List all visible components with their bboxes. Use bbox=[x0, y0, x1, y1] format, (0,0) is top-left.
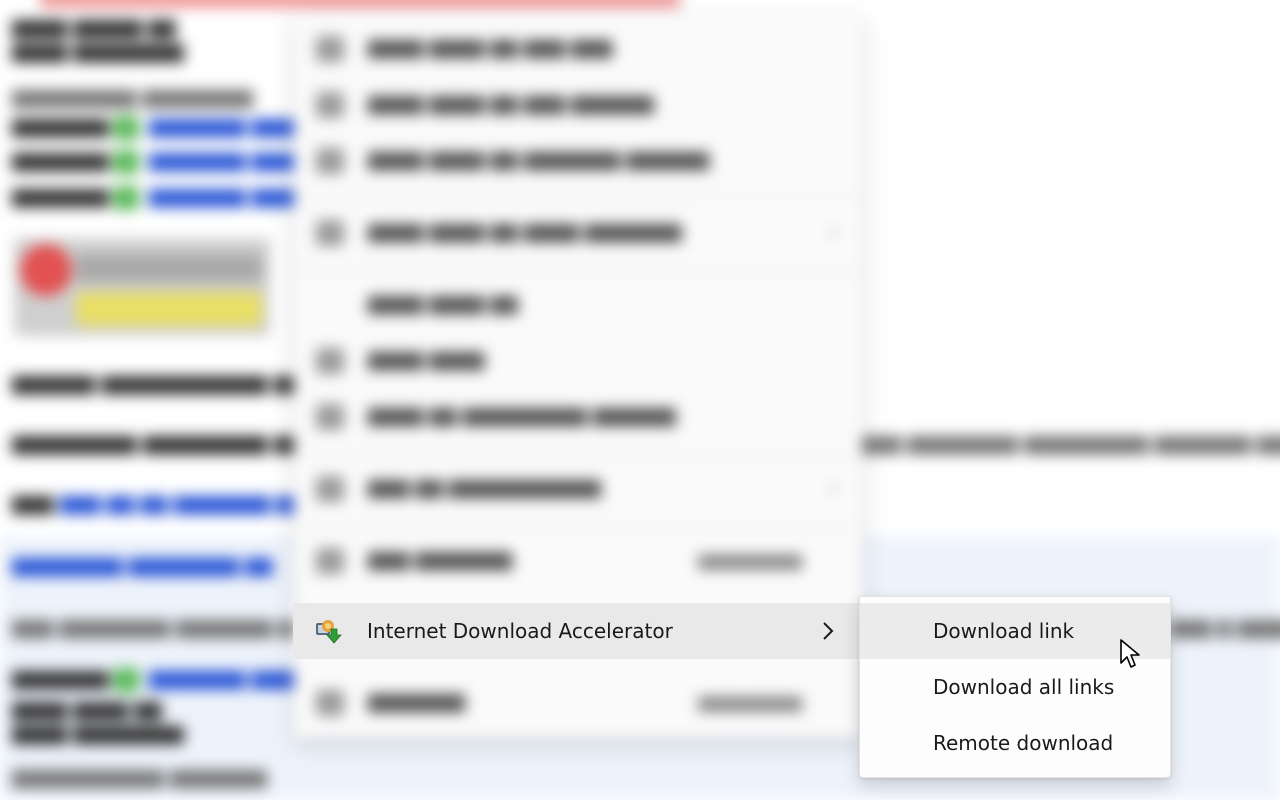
menu-item-internet-download-accelerator[interactable]: Internet Download Accelerator bbox=[293, 603, 859, 659]
submenu-item-download-all-links[interactable]: Download all links bbox=[860, 659, 1170, 715]
internet-download-accelerator-icon bbox=[316, 620, 342, 644]
chevron-right-icon bbox=[823, 622, 834, 640]
submenu-item-label: Download link bbox=[933, 619, 1075, 643]
submenu-item-remote-download[interactable]: Remote download bbox=[860, 715, 1170, 771]
submenu-download-options: Download link Download all links Remote … bbox=[859, 596, 1171, 778]
submenu-item-label: Remote download bbox=[933, 731, 1114, 755]
submenu-item-label: Download all links bbox=[933, 675, 1115, 699]
submenu-item-download-link[interactable]: Download link bbox=[860, 603, 1170, 659]
menu-item-label: Internet Download Accelerator bbox=[367, 619, 673, 643]
